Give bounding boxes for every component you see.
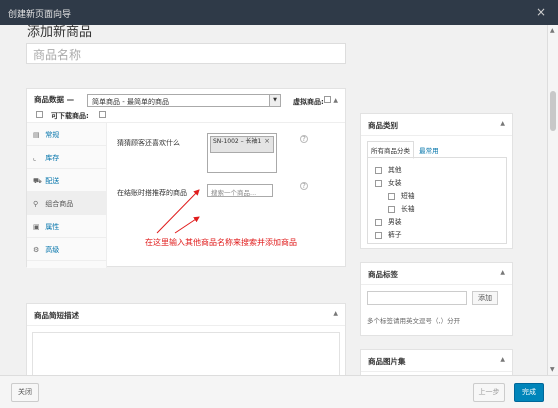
collapse-icon[interactable]: ▲ — [333, 310, 338, 317]
category-item[interactable]: 裤子 — [375, 229, 402, 239]
virtual-checkbox[interactable] — [324, 96, 331, 103]
collapse-icon[interactable]: ▲ — [500, 356, 505, 363]
scroll-down-icon[interactable]: ▼ — [550, 366, 555, 373]
tab-label: 组合商品 — [45, 200, 74, 208]
tags-title: 商品标签 — [368, 270, 398, 279]
categories-header: 商品类别 ▲ — [361, 114, 512, 136]
tab-linked-products[interactable]: ⚲ 组合商品 — [27, 192, 106, 215]
wizard-footer: 关闭 上一步 完成 — [0, 375, 558, 408]
categories-title: 商品类别 — [368, 121, 398, 130]
gallery-header: 商品图片集 ▲ — [361, 350, 512, 372]
add-tag-button[interactable]: 添加 — [472, 291, 498, 305]
close-button[interactable]: 关闭 — [11, 383, 39, 402]
product-data-header: 商品数据 — 简单商品 - 最简单的商品 ▼ 虚拟商品: ▲ 可下载商品: — [27, 89, 345, 123]
tab-advanced[interactable]: ⚙ 高级 — [27, 238, 106, 261]
remove-tag-icon[interactable]: × — [264, 138, 270, 145]
virtual-label: 虚拟商品: — [293, 98, 324, 106]
scroll-up-icon[interactable]: ▲ — [550, 27, 555, 34]
category-checkbox[interactable] — [375, 166, 382, 174]
tab-inventory[interactable]: ⌞ 库存 — [27, 146, 106, 169]
category-checkbox[interactable] — [388, 205, 395, 213]
general-icon: ▤ — [33, 131, 40, 139]
inventory-icon: ⌞ — [33, 154, 37, 162]
tab-label: 属性 — [45, 223, 60, 231]
tab-label: 配送 — [45, 177, 60, 185]
short-description-header: 商品简短描述 ▲ — [27, 304, 345, 326]
category-item[interactable]: 长袖 — [388, 203, 415, 213]
help-icon: ? — [300, 135, 308, 143]
category-list: 其他 女装 短袖 长袖 男装 裤子 — [367, 157, 507, 244]
gallery-title: 商品图片集 — [368, 357, 406, 366]
done-button[interactable]: 完成 — [514, 383, 544, 402]
linked-products-icon: ⚲ — [33, 200, 39, 208]
attributes-icon: ▣ — [33, 223, 40, 231]
upsells-label: 猜猜顾客还喜欢什么 — [117, 139, 180, 147]
crosssells-search-input[interactable]: 搜索一个商品... — [207, 184, 273, 197]
collapse-icon[interactable]: ▲ — [500, 269, 505, 276]
tab-most-used[interactable]: 最常用 — [416, 142, 442, 158]
tab-general[interactable]: ▤ 常规 — [27, 123, 106, 146]
window-title: 创建新页面向导 — [8, 10, 72, 20]
advanced-icon: ⚙ — [33, 246, 40, 254]
chevron-down-icon[interactable]: ▼ — [269, 95, 280, 106]
category-label: 短袖 — [401, 192, 415, 200]
downloadable-checkbox-left[interactable] — [36, 111, 43, 118]
crosssells-label: 在结账时搭推荐的商品 — [117, 189, 187, 197]
scrollbar-thumb[interactable] — [550, 91, 556, 131]
category-label: 裤子 — [388, 231, 402, 239]
tags-header: 商品标签 ▲ — [361, 263, 512, 285]
category-item[interactable]: 短袖 — [388, 190, 415, 200]
shipping-icon: ⛟ — [33, 177, 42, 185]
category-checkbox[interactable] — [375, 179, 382, 187]
category-label: 其他 — [388, 166, 402, 174]
collapse-icon[interactable]: ▲ — [500, 120, 505, 127]
short-description-title: 商品简短描述 — [34, 311, 79, 320]
upsells-field[interactable]: SN-1002 – 长袖1 × — [207, 133, 277, 173]
tab-label: 常规 — [45, 131, 60, 139]
product-name-input[interactable]: 商品名称 — [26, 43, 346, 64]
downloadable-label: 可下载商品: — [51, 112, 89, 120]
short-description-panel: 商品简短描述 ▲ — [26, 303, 346, 392]
product-type-select[interactable]: 简单商品 - 最简单的商品 ▼ — [87, 94, 281, 107]
selected-product-label: SN-1002 – 长袖1 — [213, 138, 262, 145]
tags-hint: 多个标签请用英文逗号（,）分开 — [367, 317, 461, 325]
annotation-text: 在这里输入其他商品名称来搜索并添加商品 — [145, 238, 297, 247]
selected-product-tag: SN-1002 – 长袖1 × — [210, 136, 274, 153]
help-icon: ? — [300, 182, 308, 190]
product-type-value: 简单商品 - 最简单的商品 — [92, 98, 169, 106]
tab-label: 高级 — [45, 246, 60, 254]
close-icon[interactable]: × — [536, 5, 546, 19]
category-label: 长袖 — [401, 205, 415, 213]
tab-label: 库存 — [45, 154, 60, 162]
categories-panel: 商品类别 ▲ 所有商品分类 最常用 其他 女装 短袖 长袖 男装 裤子 — [360, 113, 513, 249]
downloadable-checkbox[interactable] — [99, 111, 106, 118]
tab-shipping[interactable]: ⛟ 配送 — [27, 169, 106, 192]
previous-button[interactable]: 上一步 — [473, 383, 505, 402]
category-label: 男装 — [388, 218, 402, 226]
category-checkbox[interactable] — [375, 231, 382, 239]
collapse-icon[interactable]: ▲ — [333, 97, 338, 104]
category-item[interactable]: 其他 — [375, 164, 402, 174]
category-item[interactable]: 女装 — [375, 177, 402, 187]
category-checkbox[interactable] — [388, 192, 395, 200]
category-item[interactable]: 男装 — [375, 216, 402, 226]
category-checkbox[interactable] — [375, 218, 382, 226]
tags-panel: 商品标签 ▲ 添加 多个标签请用英文逗号（,）分开 — [360, 262, 513, 336]
tab-attributes[interactable]: ▣ 属性 — [27, 215, 106, 238]
scrollbar[interactable]: ▲ ▼ — [547, 25, 558, 375]
product-data-label: 商品数据 — — [34, 95, 75, 104]
category-label: 女装 — [388, 179, 402, 187]
tag-input[interactable] — [367, 291, 467, 305]
product-data-tabs: ▤ 常规 ⌞ 库存 ⛟ 配送 ⚲ 组合商品 ▣ 属性 ⚙ 高级 — [27, 123, 107, 268]
page-heading: 添加新商品 — [27, 25, 93, 40]
